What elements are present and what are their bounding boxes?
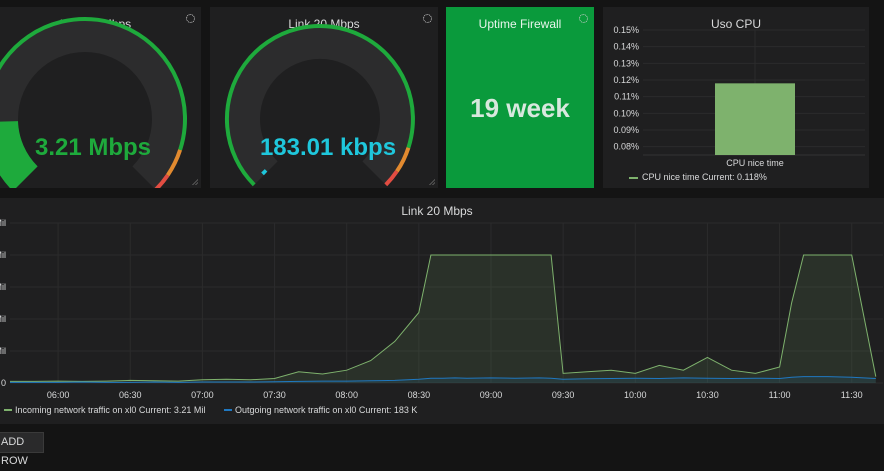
gauge-value-label: 3.21 Mbps [35,134,151,161]
add-row-button[interactable]: ADD ROW [0,432,44,467]
y-tick-label: 0.14% [613,42,639,52]
x-tick-label: CPU nice time [726,158,784,168]
gauge-value-label: 183.01 kbps [260,134,396,161]
y-tick-label: 0.08% [613,142,639,152]
y-tick-label: 0.12% [613,75,639,85]
gauge-value-arc [0,120,39,188]
x-tick-label: 08:00 [335,390,358,400]
x-tick-label: 10:30 [696,390,719,400]
x-tick-label: 07:30 [263,390,286,400]
y-tick-label: Mil [0,218,6,228]
y-tick-label: Mil [0,346,6,356]
traffic-chart: 0 Mil Mil Mil Mil Mil 06:00 06:30 07:00 07:30 08:0… [0,218,883,415]
gauge-value-arc [261,169,268,176]
gauge-1: 3.21 Mbps [0,17,187,188]
y-tick-label: 0.09% [613,125,639,135]
uptime-panel[interactable]: Uptime Firewall 19 week [446,7,594,188]
y-tick-label: 0.13% [613,58,639,68]
x-tick-label: 07:00 [191,390,214,400]
gauge-2: 183.01 kbps [224,24,415,187]
legend-label: Outgoing network traffic on xl0 Current:… [235,405,417,415]
x-tick-label: 09:30 [552,390,575,400]
x-tick-label: 10:00 [624,390,647,400]
cpu-legend[interactable]: CPU nice time Current: 0.118% [629,172,767,182]
x-tick-label: 09:00 [480,390,503,400]
cpu-bar [715,83,795,155]
x-tick-label: 06:00 [47,390,70,400]
y-tick-label: Mil [0,282,6,292]
y-tick-label: 0.11% [614,92,639,102]
panel-title: Uptime Firewall [478,17,562,31]
legend-label: Incoming network traffic on xl0 Current:… [15,405,205,415]
y-tick-label: Mil [0,250,6,260]
x-tick-label: 08:30 [408,390,431,400]
cpu-panel[interactable]: Uso CPU 0.15% 0.14% 0.13% 0.12% 0.11% 0.10% 0.… [603,7,869,188]
y-tick-label: 0.15% [613,25,639,35]
gauge-panel-1[interactable]: Link 20 Mbps 3.21 Mbps [0,7,201,188]
traffic-panel[interactable]: Link 20 Mbps 0MilMilMilMilMil06:0006:300… [0,198,884,424]
loading-icon [579,14,588,23]
x-tick-label: 11:00 [769,390,791,400]
y-tick-label: 0 [1,378,6,388]
y-tick-label: Mil [0,314,6,324]
resize-handle-icon[interactable] [192,179,198,185]
cpu-chart: 0.15% 0.14% 0.13% 0.12% 0.11% 0.10% 0.09% 0.08%… [613,25,865,168]
legend-swatch-icon [629,176,638,179]
gauge-panel-2[interactable]: Link 20 Mbps 183.01 kbps [210,7,438,188]
uptime-value: 19 week [470,93,570,123]
x-tick-label: 06:30 [119,390,142,400]
x-tick-label: 11:30 [841,390,863,400]
y-tick-label: 0.10% [613,108,639,118]
legend-label: CPU nice time Current: 0.118% [642,172,767,182]
resize-handle-icon[interactable] [429,179,435,185]
